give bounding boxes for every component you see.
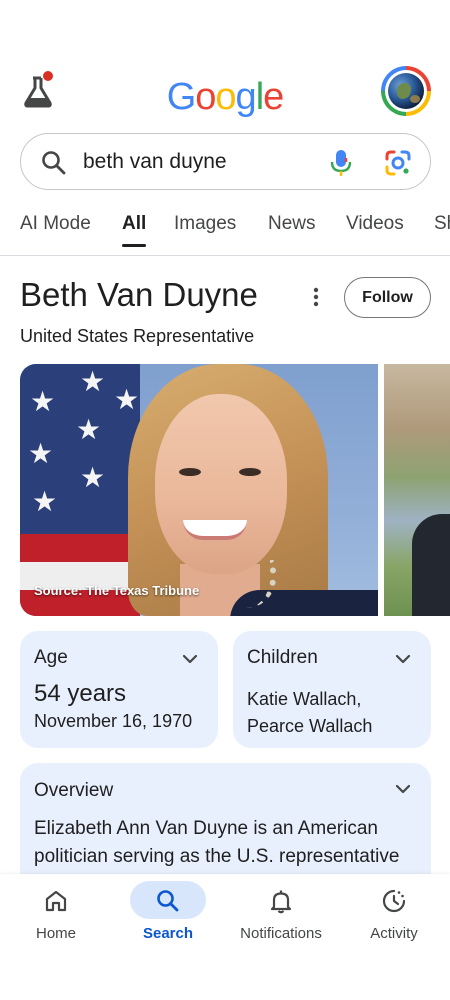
flag-star: ★ (80, 462, 106, 493)
nav-icon-container (243, 881, 319, 919)
tab-all[interactable]: All (122, 213, 147, 249)
chevron-down-icon (395, 654, 411, 664)
flag-star: ★ (80, 366, 106, 397)
flag-stripe (20, 534, 140, 562)
child-name[interactable]: Pearce Wallach (247, 713, 372, 740)
nav-label: Activity (370, 925, 418, 942)
activity-icon (382, 889, 406, 913)
portrait-smile (183, 520, 247, 540)
follow-button[interactable]: Follow (344, 277, 431, 318)
search-tabs: AI Mode All Images News Videos Sh (0, 208, 450, 256)
flag-star: ★ (114, 384, 140, 415)
logo-letter: o (195, 76, 216, 118)
portrait-eye (179, 468, 201, 476)
google-lens-icon[interactable] (384, 149, 412, 177)
flag-background: ★ ★ ★ ★ ★ ★ ★ (20, 364, 140, 616)
chevron-down-icon (182, 654, 198, 664)
entity-photo[interactable]: ★ ★ ★ ★ ★ ★ ★ Source: The Texas Tribune (20, 364, 378, 616)
nav-label: Home (35, 925, 76, 942)
entity-title: Beth Van Duyne (20, 276, 258, 313)
children-card[interactable]: Children Katie Wallach, Pearce Wallach (233, 631, 431, 748)
search-icon (157, 890, 179, 912)
age-label: Age (34, 647, 68, 668)
nav-home[interactable]: Home (0, 874, 112, 954)
overview-text: Elizabeth Ann Van Duyne is an American p… (34, 818, 400, 867)
top-bar: Google (0, 64, 450, 120)
flag-star: ★ (76, 414, 102, 445)
nav-activity[interactable]: Activity (338, 874, 450, 954)
nav-icon-container (18, 881, 94, 919)
entity-photo-secondary[interactable] (384, 364, 450, 616)
bell-icon (270, 890, 292, 914)
search-icon (42, 151, 66, 175)
portrait-figure (412, 514, 450, 616)
entity-subtitle: United States Representative (20, 326, 255, 346)
flag-star: ★ (28, 438, 54, 469)
nav-icon-container (356, 881, 432, 919)
nav-label: Notifications (240, 925, 322, 942)
tab-news[interactable]: News (268, 213, 316, 249)
status-bar (0, 0, 450, 60)
tab-ai-mode[interactable]: AI Mode (20, 213, 91, 249)
image-source-caption[interactable]: Source: The Texas Tribune (34, 583, 199, 598)
mic-icon[interactable] (329, 148, 353, 178)
children-label: Children (247, 647, 318, 668)
nav-label: Search (142, 925, 194, 942)
more-options-icon[interactable] (300, 282, 332, 314)
logo-letter: e (263, 76, 284, 118)
earth-avatar-icon (388, 73, 424, 109)
flag-star: ★ (30, 386, 56, 417)
chevron-down-icon (395, 784, 411, 794)
bottom-navigation: Home Search Notifications Activity (0, 874, 450, 1000)
avatar-frame (385, 70, 427, 112)
account-avatar[interactable] (381, 66, 431, 116)
children-value: Katie Wallach, Pearce Wallach (247, 686, 372, 740)
portrait-face (155, 394, 287, 574)
birth-date: November 16, 1970 (34, 711, 193, 731)
tab-videos[interactable]: Videos (346, 213, 404, 249)
child-name[interactable]: Katie Wallach, (247, 686, 372, 713)
age-value: 54 years (34, 680, 127, 707)
search-input[interactable]: beth van duyne (83, 150, 227, 174)
tab-images[interactable]: Images (174, 213, 236, 249)
image-carousel[interactable]: ★ ★ ★ ★ ★ ★ ★ Source: The Texas Tribune (20, 364, 450, 616)
tab-shopping[interactable]: Sh (434, 213, 450, 249)
search-bar[interactable]: beth van duyne (20, 133, 431, 190)
flag-star: ★ (32, 486, 58, 517)
nav-notifications[interactable]: Notifications (225, 874, 337, 954)
home-icon (45, 890, 67, 912)
nav-search[interactable]: Search (112, 874, 224, 954)
portrait-eye (239, 468, 261, 476)
logo-letter: G (166, 76, 197, 118)
logo-letter: g (235, 76, 257, 118)
overview-label: Overview (34, 780, 114, 801)
nav-icon-container (130, 881, 206, 919)
age-card[interactable]: Age 54 years November 16, 1970 (20, 631, 218, 748)
logo-letter: o (215, 76, 236, 118)
